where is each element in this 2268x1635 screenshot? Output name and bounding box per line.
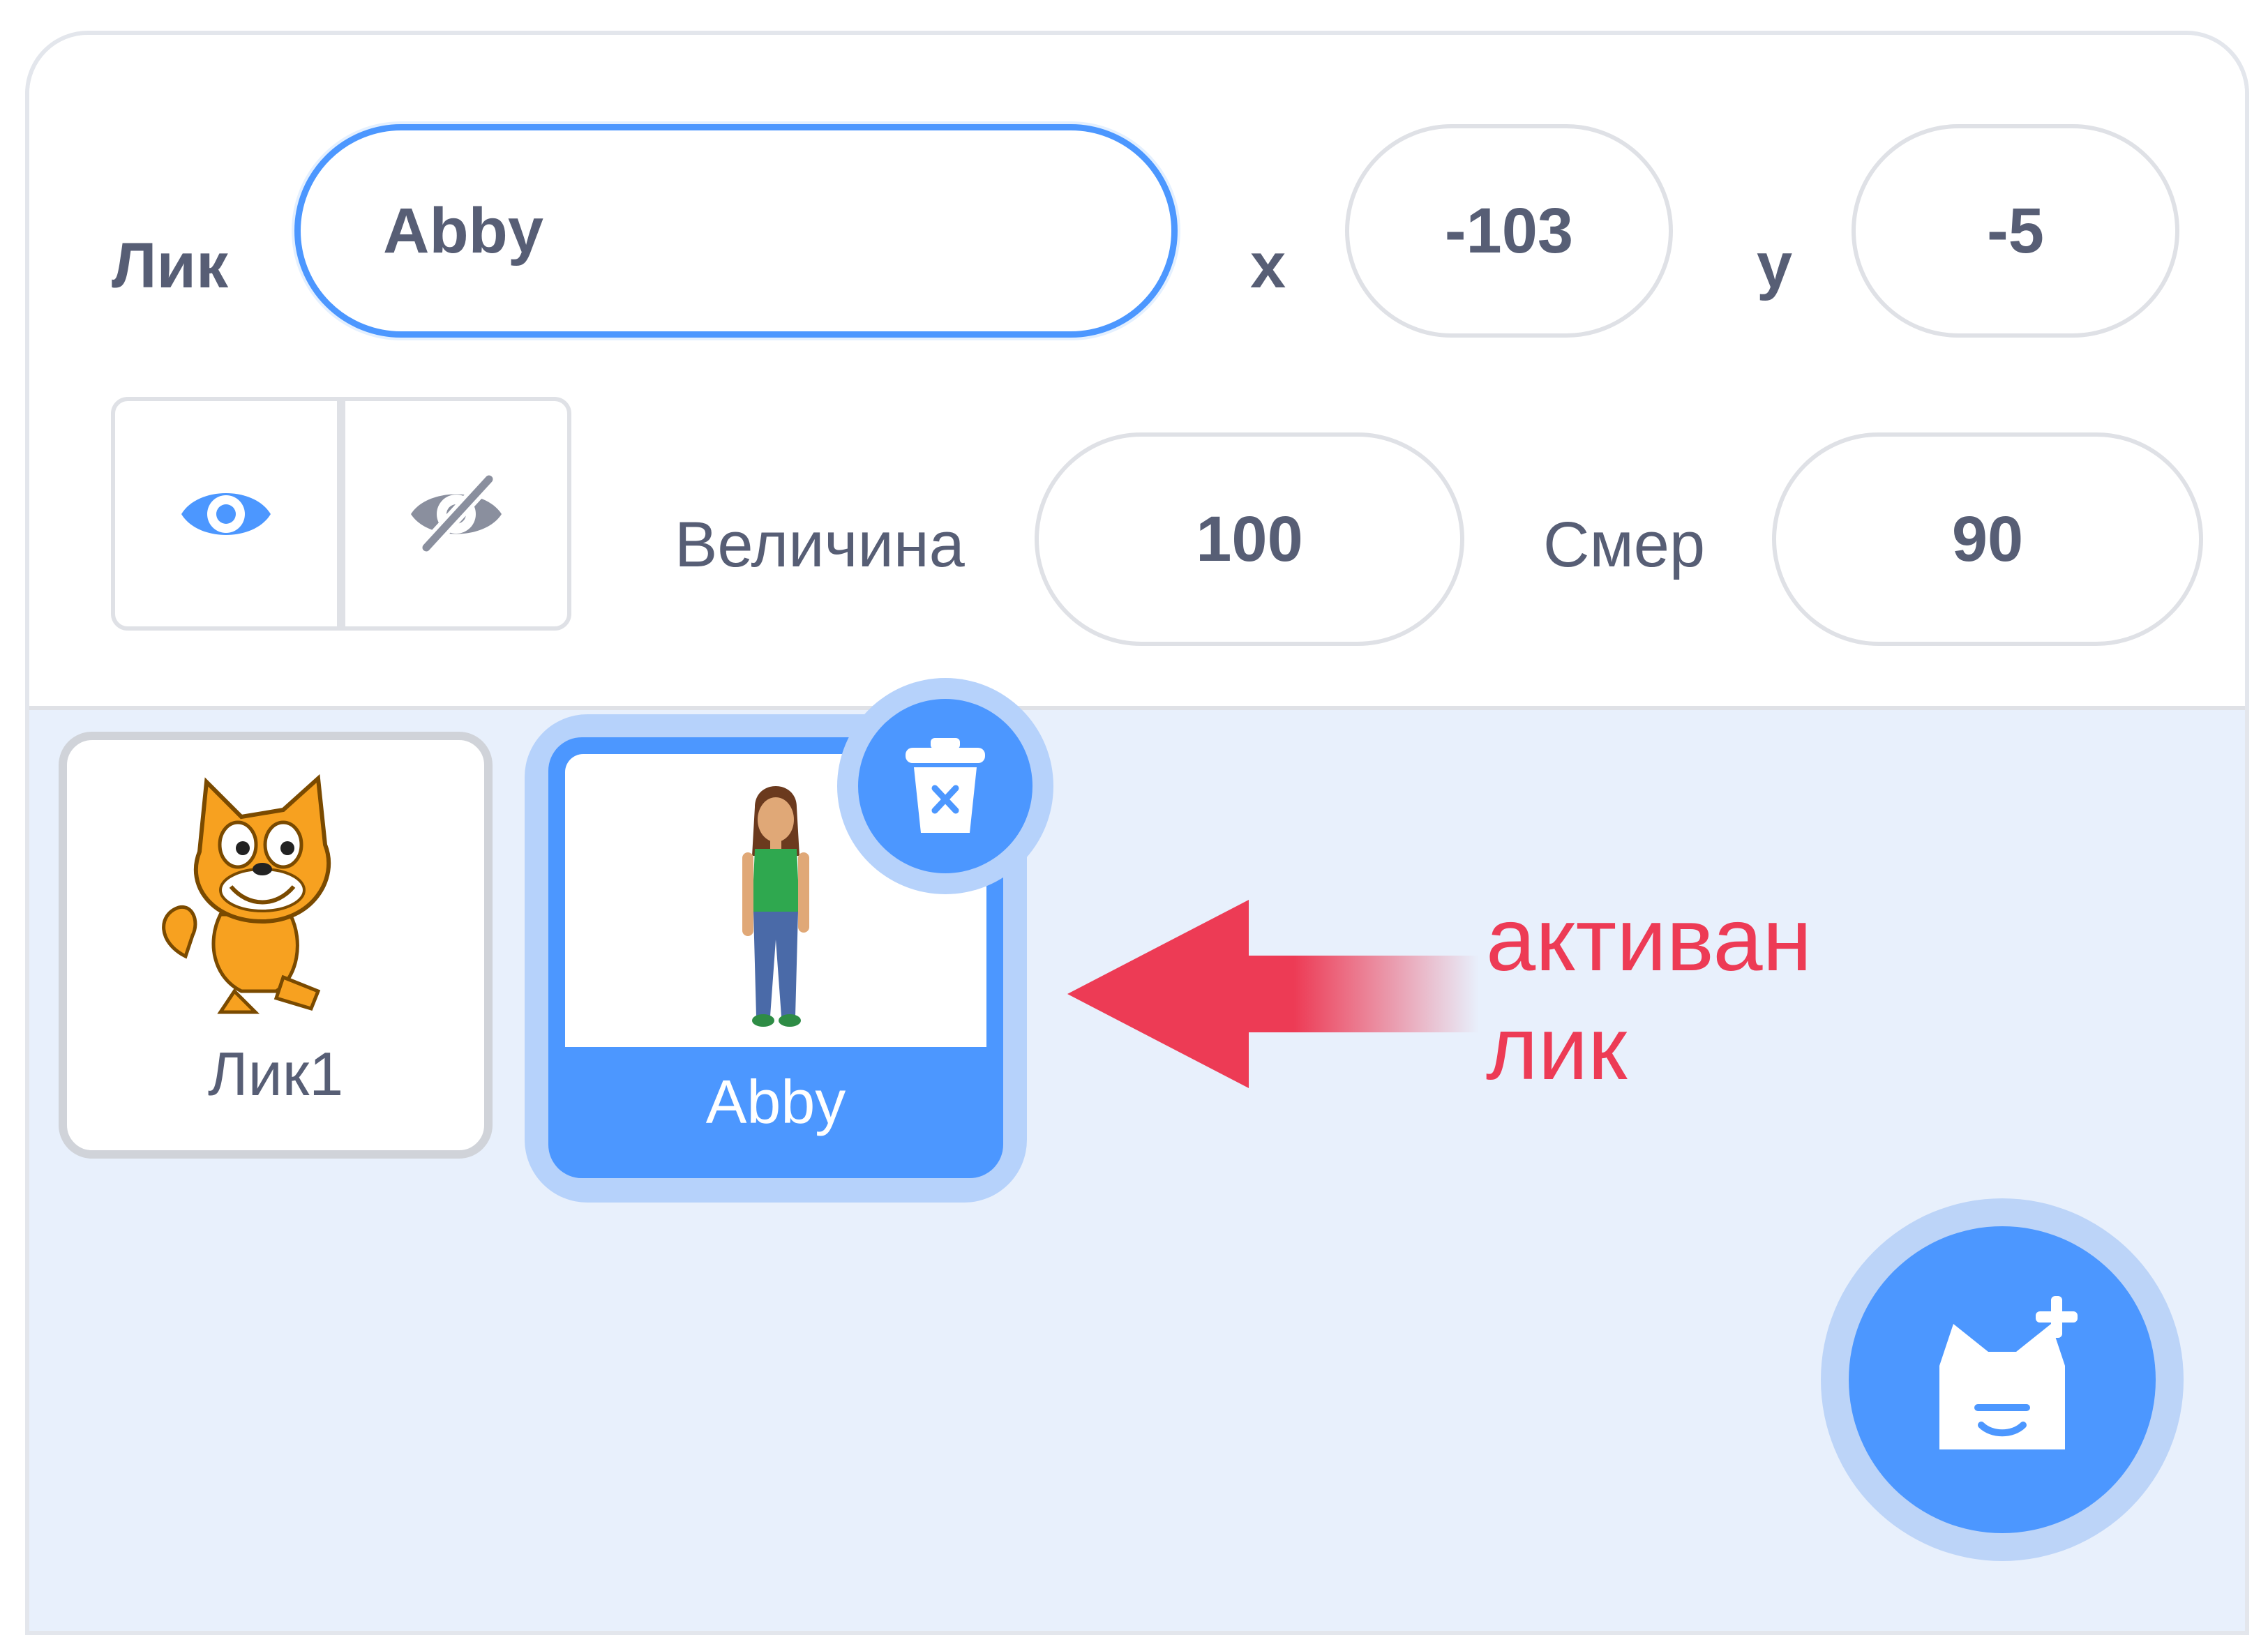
annotation-line-1: активан [1486, 890, 1812, 990]
direction-label: Смер [1543, 509, 1706, 580]
sprite-name: Лик1 [207, 1039, 344, 1108]
y-position-value: -5 [1987, 195, 2044, 266]
direction-input[interactable]: 90 [1772, 432, 2203, 646]
show-sprite-button[interactable] [115, 401, 337, 626]
annotation-line-2: лик [1486, 999, 1628, 1099]
hide-sprite-button[interactable] [337, 401, 567, 626]
sprite-name: Abby [705, 1067, 846, 1136]
scratch-cat-icon [162, 774, 331, 1014]
y-label: y [1757, 230, 1793, 301]
arrow-pointer-icon [1067, 900, 1479, 1088]
cat-plus-icon [1939, 1296, 2078, 1449]
size-input[interactable]: 100 [1035, 432, 1464, 646]
direction-value: 90 [1951, 503, 2024, 575]
sprite-name-input[interactable]: Abby [294, 124, 1178, 338]
abby-character-icon [742, 786, 809, 1027]
size-value: 100 [1196, 503, 1303, 575]
x-label: x [1250, 230, 1286, 301]
visibility-toggle-group [111, 397, 571, 631]
delete-sprite-button[interactable] [858, 699, 1032, 873]
sprite-info-pane: Лик Abby x -103 y -5 Величина 100 Смер 9… [29, 35, 2245, 706]
eye-crossed-icon [411, 472, 502, 555]
size-label: Величина [675, 509, 965, 580]
sprite-name-value: Abby [383, 195, 543, 266]
x-position-input[interactable]: -103 [1345, 124, 1673, 338]
x-position-value: -103 [1444, 195, 1574, 266]
active-sprite-annotation: активан лик [1486, 886, 1812, 1103]
add-sprite-button[interactable] [1849, 1226, 2156, 1533]
sprite-name-label: Лик [112, 230, 229, 301]
trash-icon [906, 738, 985, 833]
eye-icon [181, 492, 271, 535]
sprite-tile-sprite1[interactable]: Лик1 [59, 732, 493, 1159]
y-position-input[interactable]: -5 [1852, 124, 2179, 338]
